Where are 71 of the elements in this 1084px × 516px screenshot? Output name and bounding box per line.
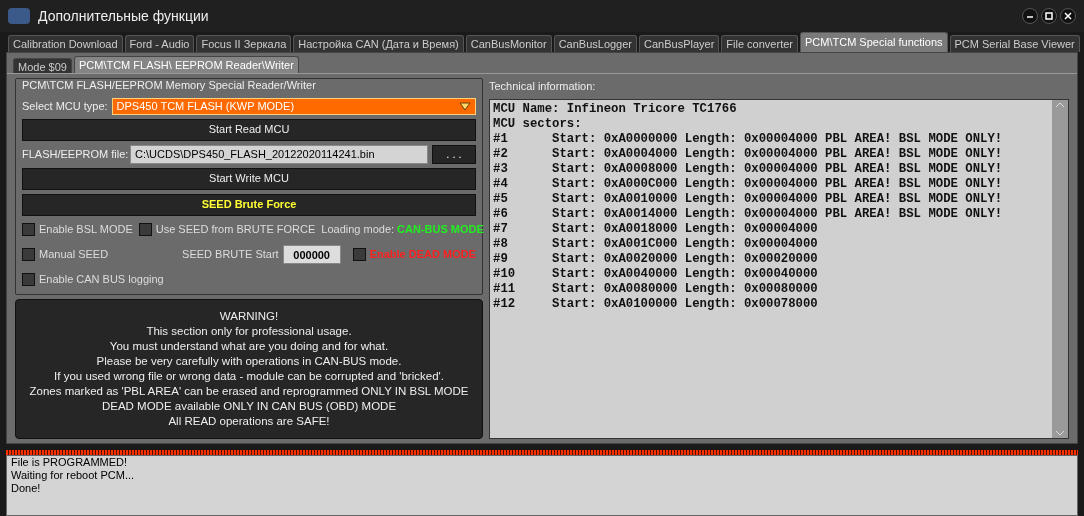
warning-text: DEAD MODE available ONLY IN CAN BUS (OBD) MODE <box>101 398 397 414</box>
start-read-button[interactable]: Start Read MCU <box>22 118 476 141</box>
info-line: #1 Start: 0xA0000000 Length: 0x00004000 PBL AREA! BSL MODE ONLY! <box>493 131 1004 147</box>
info-line: MCU Name: Infineon Tricore TC1766 <box>493 101 738 117</box>
warning-text: All READ operations are SAFE! <box>168 413 330 429</box>
warning-text: WARNING! <box>219 308 279 324</box>
info-line: #7 Start: 0xA0018000 Length: 0x00004000 <box>493 221 819 237</box>
scrollbar[interactable] <box>1052 99 1068 438</box>
warning-text: You must understand what are you doing and for what. <box>109 338 389 354</box>
loading-mode-label: Loading mode: <box>321 222 395 238</box>
window-title: Дополнительные функции <box>38 6 209 26</box>
warning-text: This section only for professional usage. <box>146 323 352 339</box>
field-label: Select MCU type: <box>22 98 108 114</box>
start-write-button[interactable]: Start Write MCU <box>22 167 476 190</box>
close-button[interactable] <box>1060 8 1076 24</box>
log-line: Done! <box>11 482 42 495</box>
info-line: MCU sectors: <box>493 116 583 132</box>
group-title: PCM\TCM FLASH/EEPROM Memory Special Reader/Writer <box>22 78 317 93</box>
field-label: FLASH/EEPROM file: <box>22 146 126 162</box>
loading-mode-value: CAN-BUS MODE <box>397 222 484 238</box>
tab[interactable]: Focus II Зеркала <box>196 35 292 52</box>
warning-text: Zones marked as 'PBL AREA' can be erased and reprogrammed ONLY IN BSL MODE <box>29 383 469 399</box>
info-line: #6 Start: 0xA0014000 Length: 0x00004000 PBL AREA! BSL MODE ONLY! <box>493 206 1004 222</box>
checkbox[interactable] <box>138 223 152 236</box>
scroll-down-icon <box>1055 430 1065 436</box>
info-line: #5 Start: 0xA0010000 Length: 0x00004000 PBL AREA! BSL MODE ONLY! <box>493 191 1004 207</box>
checkbox-label: Enable DEAD MODE <box>369 247 476 263</box>
tab[interactable]: PCM\TCM Special functions <box>800 32 948 52</box>
info-line: #8 Start: 0xA001C000 Length: 0x00004000 <box>493 236 819 252</box>
caret-icon <box>459 101 471 111</box>
seed-start-field[interactable]: 000000 <box>282 245 341 264</box>
close-icon <box>1064 12 1072 20</box>
checkbox-label: Enable BSL MODE <box>39 222 133 238</box>
info-line: #3 Start: 0xA0008000 Length: 0x00004000 PBL AREA! BSL MODE ONLY! <box>493 161 1004 177</box>
checkbox[interactable] <box>352 248 366 261</box>
tab[interactable]: Calibration Download <box>8 35 123 52</box>
checkbox-label: Use SEED from BRUTE FORCE <box>155 222 316 238</box>
tab[interactable]: Ford - Audio <box>124 35 195 52</box>
warning-text: If you used wrong file or wrong data - module can be corrupted and 'bricked'. <box>54 368 444 384</box>
checkbox-label: Enable CAN BUS logging <box>39 272 164 288</box>
tab[interactable]: CanBusMonitor <box>465 35 552 52</box>
seed-brute-force-button[interactable]: SEED Brute Force <box>22 193 476 216</box>
tab[interactable]: PCM Serial Base Viewer <box>949 35 1080 52</box>
checkbox[interactable] <box>22 273 35 286</box>
file-path-field[interactable]: C:\UCDS\DPS450_FLASH_20122020114241.bin <box>130 144 428 164</box>
log-line: Waiting for reboot PCM... <box>11 469 136 482</box>
info-line: #11 Start: 0xA0080000 Length: 0x00080000 <box>493 281 819 297</box>
tab[interactable]: PCM\TCM FLASH\ EEPROM Reader\Writer <box>73 56 299 73</box>
checkbox[interactable] <box>22 223 35 236</box>
info-line: #2 Start: 0xA0004000 Length: 0x00004000 PBL AREA! BSL MODE ONLY! <box>493 146 1004 162</box>
info-line: #4 Start: 0xA000C000 Length: 0x00004000 PBL AREA! BSL MODE ONLY! <box>493 176 1004 192</box>
tab[interactable]: CanBusLogger <box>553 35 637 52</box>
scroll-up-icon <box>1055 101 1065 108</box>
checkbox[interactable] <box>22 248 35 261</box>
browse-button[interactable]: . . . <box>432 144 476 164</box>
tab[interactable]: Настройка CAN (Дата и Время) <box>293 35 464 52</box>
maximize-icon <box>1045 12 1053 20</box>
panel-title: Technical information: <box>489 79 597 94</box>
maximize-button[interactable] <box>1041 8 1057 24</box>
app-logo-icon <box>8 8 30 24</box>
tab[interactable]: CanBusPlayer <box>639 35 720 52</box>
minimize-button[interactable] <box>1022 8 1038 24</box>
log-line: File is PROGRAMMED! <box>11 456 129 469</box>
field-label: SEED BRUTE Start <box>182 247 279 263</box>
warning-text: Please be very carefully with operations in CAN-BUS mode. <box>96 353 402 369</box>
tab[interactable]: Mode $09 <box>13 58 72 73</box>
info-line: #9 Start: 0xA0020000 Length: 0x00020000 <box>493 251 819 267</box>
checkbox-label: Manual SEED <box>39 247 109 263</box>
info-line: #10 Start: 0xA0040000 Length: 0x00040000 <box>493 266 819 282</box>
info-line: #12 Start: 0xA0100000 Length: 0x00078000 <box>493 296 819 312</box>
tab[interactable]: File converter <box>721 35 798 52</box>
